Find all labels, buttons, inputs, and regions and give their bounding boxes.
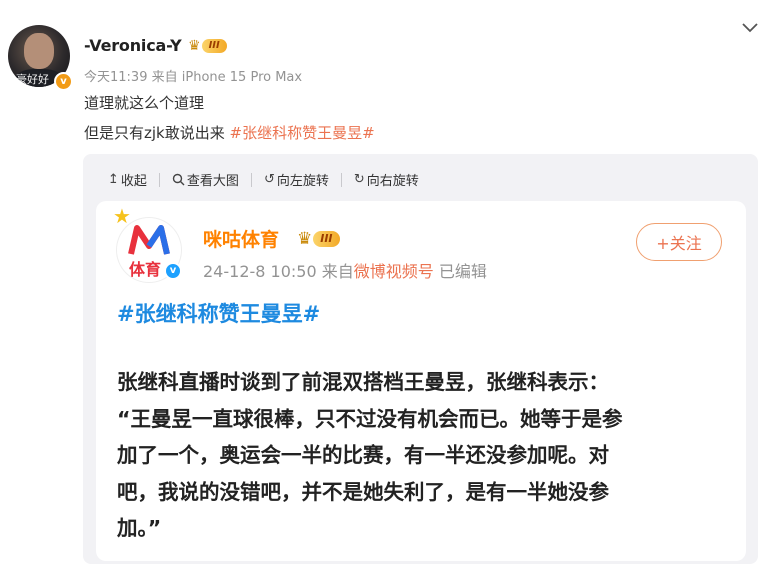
post-source: iPhone 15 Pro Max	[181, 70, 303, 85]
toolbar-divider	[340, 172, 342, 187]
card-source-prefix: 来自	[321, 262, 354, 281]
view-large-button[interactable]: 查看大图	[172, 170, 239, 189]
rotate-right-icon: ↻	[353, 172, 365, 187]
post-meta: 今天11:39 来自 iPhone 15 Pro Max	[84, 66, 302, 85]
card-body-text: 张继科直播时谈到了前混双搭档王曼昱，张继科表示： “王曼昱一直球很棒，只不过没有…	[117, 364, 717, 547]
image-toolbar: ↥ 收起 查看大图 ↺ 向左旋转 ↻ 向右旋转	[108, 170, 419, 189]
card-edited: 已编辑	[438, 262, 487, 281]
rotate-left-icon: ↺	[263, 172, 275, 187]
user-level-badge[interactable]: ♛ III	[188, 38, 227, 54]
verified-blue-icon: v	[164, 262, 182, 280]
collapse-icon: ↥	[108, 172, 119, 187]
toolbar-divider	[158, 172, 160, 187]
chevron-down-icon[interactable]	[740, 18, 760, 38]
post-text-line-1: 道理就这么个道理	[84, 94, 205, 112]
post-time[interactable]: 今天11:39	[84, 70, 147, 85]
card-date: 24-12-8 10:50	[203, 262, 317, 281]
card-body-line: 吧，我说的没错吧，并不是她失利了，是有一半她没参	[117, 479, 609, 504]
card-body-line: 加了一个，奥运会一半的比赛，有一半还没参加呢。对	[117, 443, 609, 467]
card-body-line: “王曼昱一直球很棒，只不过没有机会而已。她等于是参	[117, 406, 623, 431]
crown-icon: ♛	[188, 38, 201, 54]
follow-button[interactable]: +关注	[636, 223, 722, 261]
rotate-right-label: 向右旋转	[366, 174, 419, 189]
collapse-button[interactable]: ↥ 收起	[108, 170, 147, 189]
logo-text: 体育	[129, 260, 162, 279]
migu-m-icon	[128, 225, 170, 255]
view-large-label: 查看大图	[186, 174, 239, 189]
avatar-watermark: 豪好好	[16, 73, 49, 86]
post-text-plain: 但是只有zjk敢说出来	[84, 124, 225, 142]
card-body-line: 张继科直播时谈到了前混双搭档王曼昱，张继科表示：	[117, 370, 609, 394]
rotate-left-label: 向左旋转	[276, 174, 329, 189]
source-prefix: 来自	[151, 70, 178, 85]
search-icon	[172, 173, 185, 186]
card-user-name[interactable]: 咪咕体育	[203, 225, 279, 252]
toolbar-divider	[250, 172, 252, 187]
card-level-badge[interactable]: ♛ III	[297, 229, 340, 249]
user-name[interactable]: -Veronica-Y	[84, 36, 182, 55]
card-level-label: III	[313, 231, 340, 247]
post-hashtag-link[interactable]: #张继科称赞王曼昱#	[230, 124, 375, 142]
rotate-right-button[interactable]: ↻ 向右旋转	[354, 170, 419, 189]
verified-badge-icon: v	[54, 72, 73, 91]
crown-icon: ♛	[297, 229, 313, 249]
post-text-line-2: 但是只有zjk敢说出来 #张继科称赞王曼昱#	[84, 122, 375, 143]
avatar-face	[24, 33, 54, 69]
card-body-line: 加。”	[117, 516, 162, 540]
card-hashtag: #张继科称赞王曼昱#	[117, 302, 321, 326]
rotate-left-button[interactable]: ↺ 向左旋转	[264, 170, 329, 189]
card-meta: 24-12-8 10:50 来自微博视频号 已编辑	[203, 258, 487, 282]
card-source: 微博视频号	[353, 262, 434, 281]
collapse-label: 收起	[120, 174, 147, 189]
level-label: III	[201, 39, 227, 53]
